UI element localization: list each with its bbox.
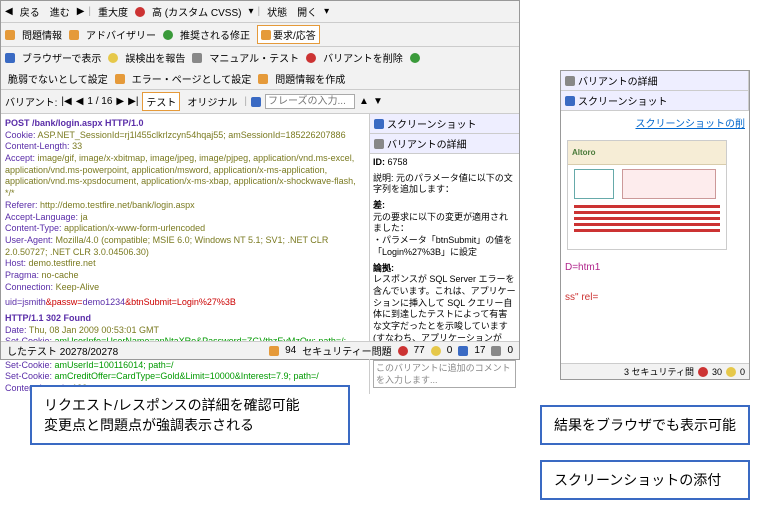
back-button[interactable]: 戻る bbox=[17, 3, 43, 20]
info-icon bbox=[69, 30, 79, 40]
check-icon bbox=[163, 30, 173, 40]
comment-input[interactable]: このバリアントに追加のコメントを入力します... bbox=[373, 360, 516, 388]
next-icon[interactable]: ▶ bbox=[77, 6, 85, 17]
tab-advisory[interactable]: アドバイザリー bbox=[83, 26, 159, 43]
side-snippet-1: D=htm1 bbox=[565, 260, 745, 275]
manual-test-button[interactable]: マニュアル・テスト bbox=[206, 49, 302, 66]
thumb-lines bbox=[574, 205, 720, 235]
request-line: POST /bank/login.aspx HTTP/1.0 bbox=[5, 118, 365, 130]
callout-browser-result: 結果をブラウザでも表示可能 bbox=[540, 405, 750, 445]
delete-icon bbox=[306, 53, 316, 63]
side-status-bar: 3 セキュリティ問 30 0 bbox=[561, 363, 749, 379]
callout-request-detail: リクエスト/レスポンスの詳細を確認可能 変更点と問題点が強調表示される bbox=[30, 385, 350, 445]
tab-fix[interactable]: 推奨される修正 bbox=[177, 26, 253, 43]
lock-icon bbox=[5, 30, 15, 40]
search-prev-icon[interactable]: ▲ bbox=[359, 96, 369, 107]
side-text: D=htm1 ss" rel= bbox=[561, 256, 749, 309]
camera-icon bbox=[374, 119, 384, 129]
report-fp-button[interactable]: 誤検出を報告 bbox=[122, 49, 188, 66]
yellow-icon bbox=[431, 346, 441, 356]
next-icon[interactable]: ▶ bbox=[116, 96, 124, 107]
status-label: 状態 bbox=[264, 3, 290, 20]
show-in-browser-button[interactable]: ブラウザーで表示 bbox=[19, 49, 104, 66]
callout-screenshot-attach: スクリーンショットの添付 bbox=[540, 460, 750, 500]
tests-count: したテスト 20278/20278 bbox=[7, 343, 118, 358]
search-next-icon[interactable]: ▼ bbox=[373, 96, 383, 107]
side-window: バリアントの詳細 スクリーンショット スクリーンショットの削 Altoro D=… bbox=[560, 70, 750, 380]
browser-icon bbox=[5, 53, 15, 63]
screenshot-thumbnail[interactable]: Altoro bbox=[567, 140, 727, 250]
toolbar-nav: バリアント: |◀ ◀ 1 / 16 ▶ ▶| テスト オリジナル | ▲ ▼ bbox=[1, 90, 519, 114]
thumb-box bbox=[574, 169, 614, 199]
doc-icon bbox=[565, 76, 575, 86]
lock-icon bbox=[269, 346, 279, 356]
red-icon bbox=[698, 367, 708, 377]
tab-variant-detail[interactable]: バリアントの詳細 bbox=[370, 134, 519, 154]
side-snippet-2: ss" rel= bbox=[565, 290, 745, 305]
next-button[interactable]: 進む bbox=[47, 3, 73, 20]
dropdown-icon[interactable]: ▾ bbox=[324, 6, 329, 17]
create-issue-button[interactable]: 問題情報を作成 bbox=[272, 70, 348, 87]
search-input[interactable] bbox=[265, 94, 355, 109]
prev-icon[interactable]: ◀ bbox=[76, 96, 84, 107]
test-toggle[interactable]: テスト bbox=[142, 92, 180, 111]
manual-icon bbox=[192, 53, 202, 63]
severity-value[interactable]: 高 (カスタム CVSS) bbox=[149, 3, 244, 20]
delete-screenshot-link[interactable]: スクリーンショットの削 bbox=[561, 111, 749, 134]
last-icon[interactable]: ▶| bbox=[128, 96, 138, 107]
screenshot-thumbnail-area: Altoro bbox=[561, 134, 749, 256]
set-errorpage-button[interactable]: エラー・ページとして設定 bbox=[129, 70, 255, 87]
variant-label: バリアント: bbox=[5, 94, 57, 109]
main-window: ◀ 戻る 進む ▶ | 重大度 高 (カスタム CVSS) ▾ | 状態 開く … bbox=[0, 0, 520, 360]
variant-counter: 1 / 16 bbox=[87, 96, 112, 107]
create-icon bbox=[258, 74, 268, 84]
toolbar-top: ◀ 戻る 進む ▶ | 重大度 高 (カスタム CVSS) ▾ | 状態 開く … bbox=[1, 1, 519, 23]
dropdown-icon[interactable]: ▾ bbox=[248, 6, 253, 17]
report-icon bbox=[108, 53, 118, 63]
status-bar: したテスト 20278/20278 94 セキュリティー問題 77 0 17 0 bbox=[1, 341, 519, 359]
severity-icon bbox=[135, 7, 145, 17]
reqres-icon bbox=[261, 30, 271, 40]
thumb-error-box bbox=[622, 169, 716, 199]
back-icon[interactable]: ◀ bbox=[5, 6, 13, 17]
delete-variant-button[interactable]: バリアントを削除 bbox=[320, 49, 406, 66]
toolbar-actions: ブラウザーで表示 誤検出を報告 マニュアル・テスト バリアントを削除 脆弱でない… bbox=[1, 47, 519, 90]
side-tab-variant[interactable]: バリアントの詳細 bbox=[561, 71, 749, 90]
doc-icon bbox=[374, 139, 384, 149]
nonvuln-icon bbox=[410, 53, 420, 63]
gray-icon bbox=[491, 346, 501, 356]
toolbar-tabs: 問題情報 アドバイザリー 推奨される修正 要求/応答 bbox=[1, 23, 519, 47]
status-value[interactable]: 開く bbox=[294, 3, 320, 20]
red-icon bbox=[398, 346, 408, 356]
blue-icon bbox=[458, 346, 468, 356]
tab-screenshot[interactable]: スクリーンショット bbox=[370, 114, 519, 134]
errorpage-icon bbox=[115, 74, 125, 84]
first-icon[interactable]: |◀ bbox=[61, 96, 71, 107]
original-toggle[interactable]: オリジナル bbox=[184, 93, 240, 110]
camera-icon bbox=[565, 96, 575, 106]
yellow-icon bbox=[726, 367, 736, 377]
tab-issue-info[interactable]: 問題情報 bbox=[19, 26, 65, 43]
search-icon bbox=[251, 97, 261, 107]
set-nonvuln-button[interactable]: 脆弱でないとして設定 bbox=[5, 70, 111, 87]
thumb-brand: Altoro bbox=[572, 148, 596, 157]
side-tabs: バリアントの詳細 bbox=[561, 71, 749, 91]
side-tab-screenshot[interactable]: スクリーンショット bbox=[561, 91, 749, 110]
severity-label: 重大度 bbox=[95, 3, 131, 20]
tab-request-response[interactable]: 要求/応答 bbox=[257, 25, 320, 44]
